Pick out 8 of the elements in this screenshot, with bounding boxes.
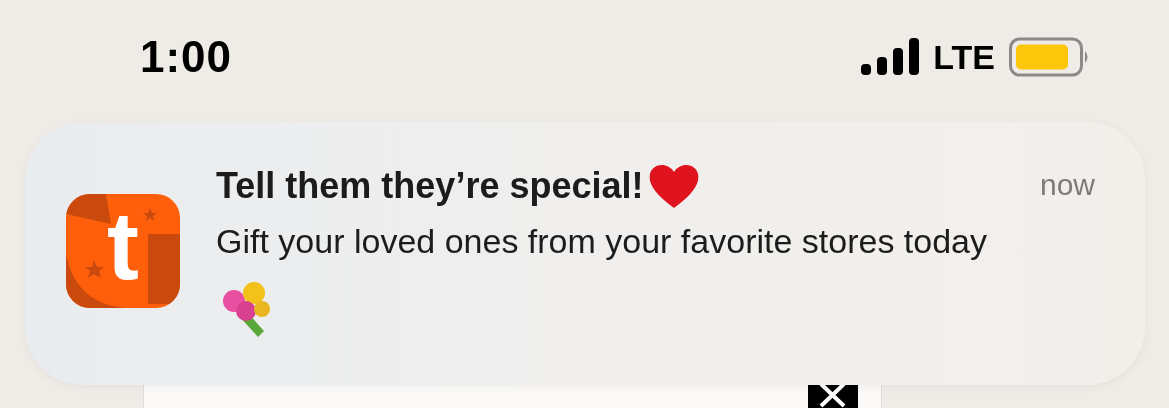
clock-time: 1:00 xyxy=(140,32,233,82)
notification-banner[interactable]: t Tell them they’re special! now Gift your loved ones from your favorite stores today xyxy=(25,122,1145,385)
notification-body: Gift your loved ones from your favorite stores today xyxy=(216,208,1016,340)
network-label: LTE xyxy=(933,37,995,77)
signal-icon xyxy=(861,38,920,76)
notification-title: Tell them they’re special! xyxy=(216,165,644,207)
notification-time: now xyxy=(1039,168,1095,202)
app-icon: t xyxy=(66,194,180,308)
